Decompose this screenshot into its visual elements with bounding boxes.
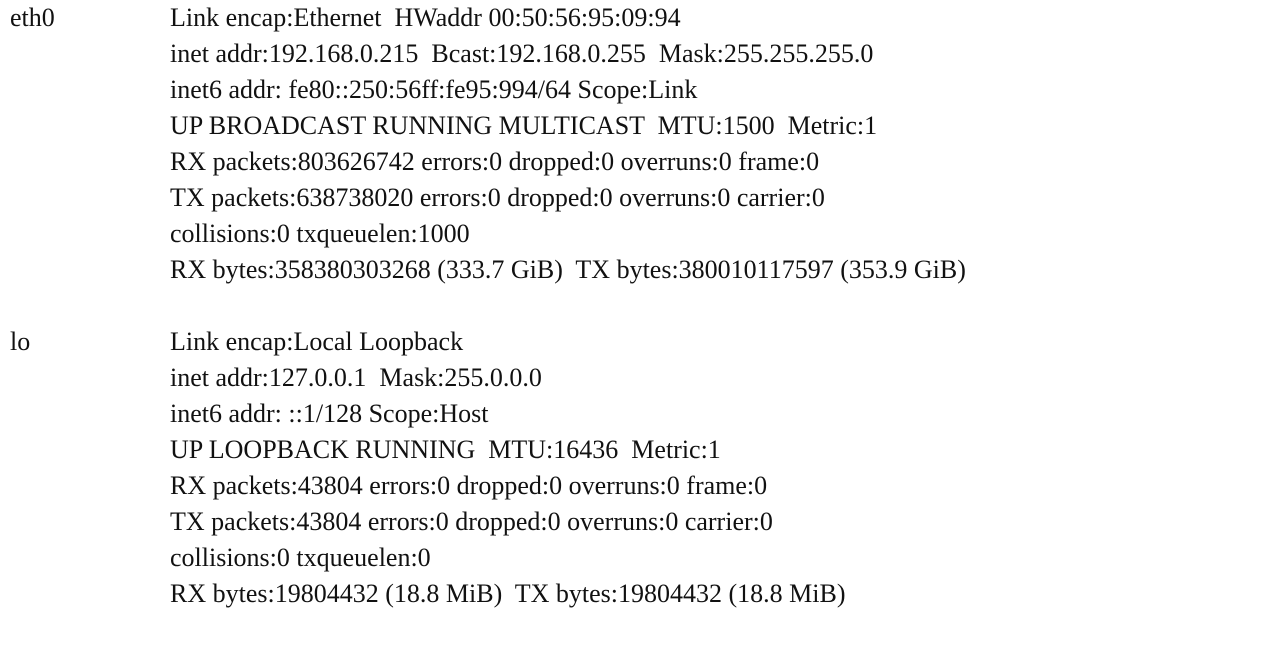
interface-name: eth0 <box>10 3 55 32</box>
flags-line: UP LOOPBACK RUNNING MTU:16436 Metric:1 <box>170 435 721 464</box>
collisions-line: collisions:0 txqueuelen:1000 <box>170 219 470 248</box>
bytes-line: RX bytes:19804432 (18.8 MiB) TX bytes:19… <box>170 579 846 608</box>
rx-packets-line: RX packets:803626742 errors:0 dropped:0 … <box>170 147 820 176</box>
tx-packets-line: TX packets:43804 errors:0 dropped:0 over… <box>170 507 773 536</box>
collisions-line: collisions:0 txqueuelen:0 <box>170 543 431 572</box>
inet-addr-line: inet addr:192.168.0.215 Bcast:192.168.0.… <box>170 39 874 68</box>
link-encap-line: Link encap:Ethernet HWaddr 00:50:56:95:0… <box>170 3 681 32</box>
inet6-addr-line: inet6 addr: fe80::250:56ff:fe95:994/64 S… <box>170 75 698 104</box>
rx-packets-line: RX packets:43804 errors:0 dropped:0 over… <box>170 471 768 500</box>
interface-block-lo: lo Link encap:Local Loopback inet addr:1… <box>10 324 1280 612</box>
tx-packets-line: TX packets:638738020 errors:0 dropped:0 … <box>170 183 825 212</box>
terminal-output[interactable]: eth0 Link encap:Ethernet HWaddr 00:50:56… <box>10 0 1280 648</box>
interface-details: Link encap:Ethernet HWaddr 00:50:56:95:0… <box>170 0 1280 288</box>
flags-line: UP BROADCAST RUNNING MULTICAST MTU:1500 … <box>170 111 878 140</box>
inet-addr-line: inet addr:127.0.0.1 Mask:255.0.0.0 <box>170 363 542 392</box>
bytes-line: RX bytes:358380303268 (333.7 GiB) TX byt… <box>170 255 966 284</box>
inet6-addr-line: inet6 addr: ::1/128 Scope:Host <box>170 399 489 428</box>
interface-details: Link encap:Local Loopback inet addr:127.… <box>170 324 1280 612</box>
link-encap-line: Link encap:Local Loopback <box>170 327 464 356</box>
interface-name: lo <box>10 327 31 356</box>
interface-block-eth0: eth0 Link encap:Ethernet HWaddr 00:50:56… <box>10 0 1280 288</box>
